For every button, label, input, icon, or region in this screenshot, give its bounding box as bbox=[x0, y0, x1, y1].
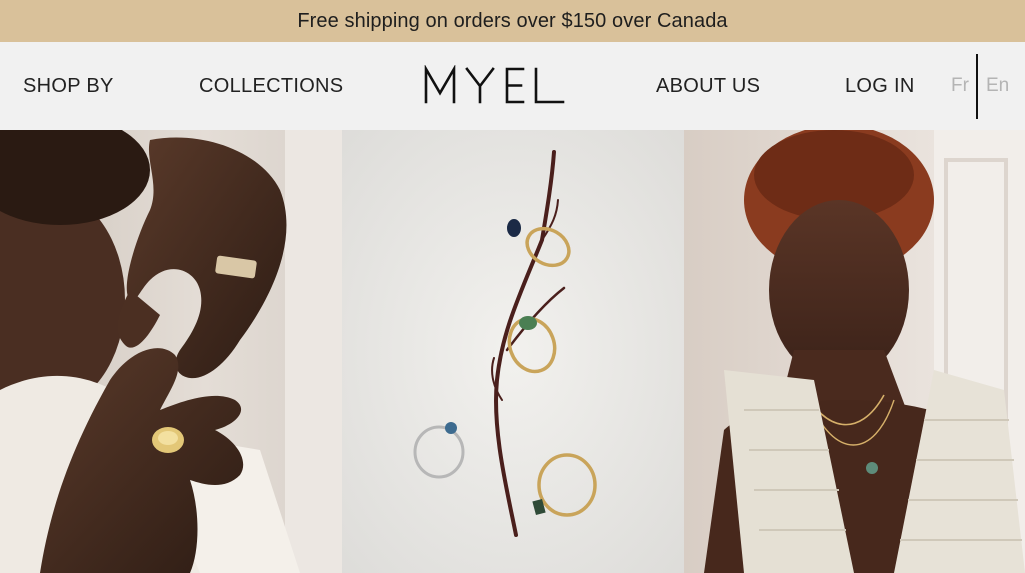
logo-wordmark bbox=[424, 65, 565, 104]
nav-about-us[interactable]: ABOUT US bbox=[656, 42, 760, 130]
brand-logo[interactable] bbox=[423, 65, 567, 105]
language-fr[interactable]: Fr bbox=[951, 42, 969, 130]
language-en[interactable]: En bbox=[986, 42, 1009, 130]
announcement-bar: Free shipping on orders over $150 over C… bbox=[0, 0, 1025, 42]
announcement-text: Free shipping on orders over $150 over C… bbox=[297, 9, 728, 32]
nav-shop-by[interactable]: SHOP BY bbox=[23, 42, 114, 130]
hero-gallery bbox=[0, 130, 1025, 573]
rings-on-branch-photo[interactable] bbox=[342, 130, 684, 573]
nav-collections[interactable]: COLLECTIONS bbox=[199, 42, 343, 130]
language-divider bbox=[976, 54, 978, 119]
hands-with-rings-photo[interactable] bbox=[0, 130, 342, 573]
woman-with-necklace-photo[interactable] bbox=[684, 130, 1025, 573]
site-header: SHOP BY COLLECTIONS ABOUT US LOG IN Fr E… bbox=[0, 42, 1025, 130]
nav-log-in[interactable]: LOG IN bbox=[845, 42, 915, 130]
